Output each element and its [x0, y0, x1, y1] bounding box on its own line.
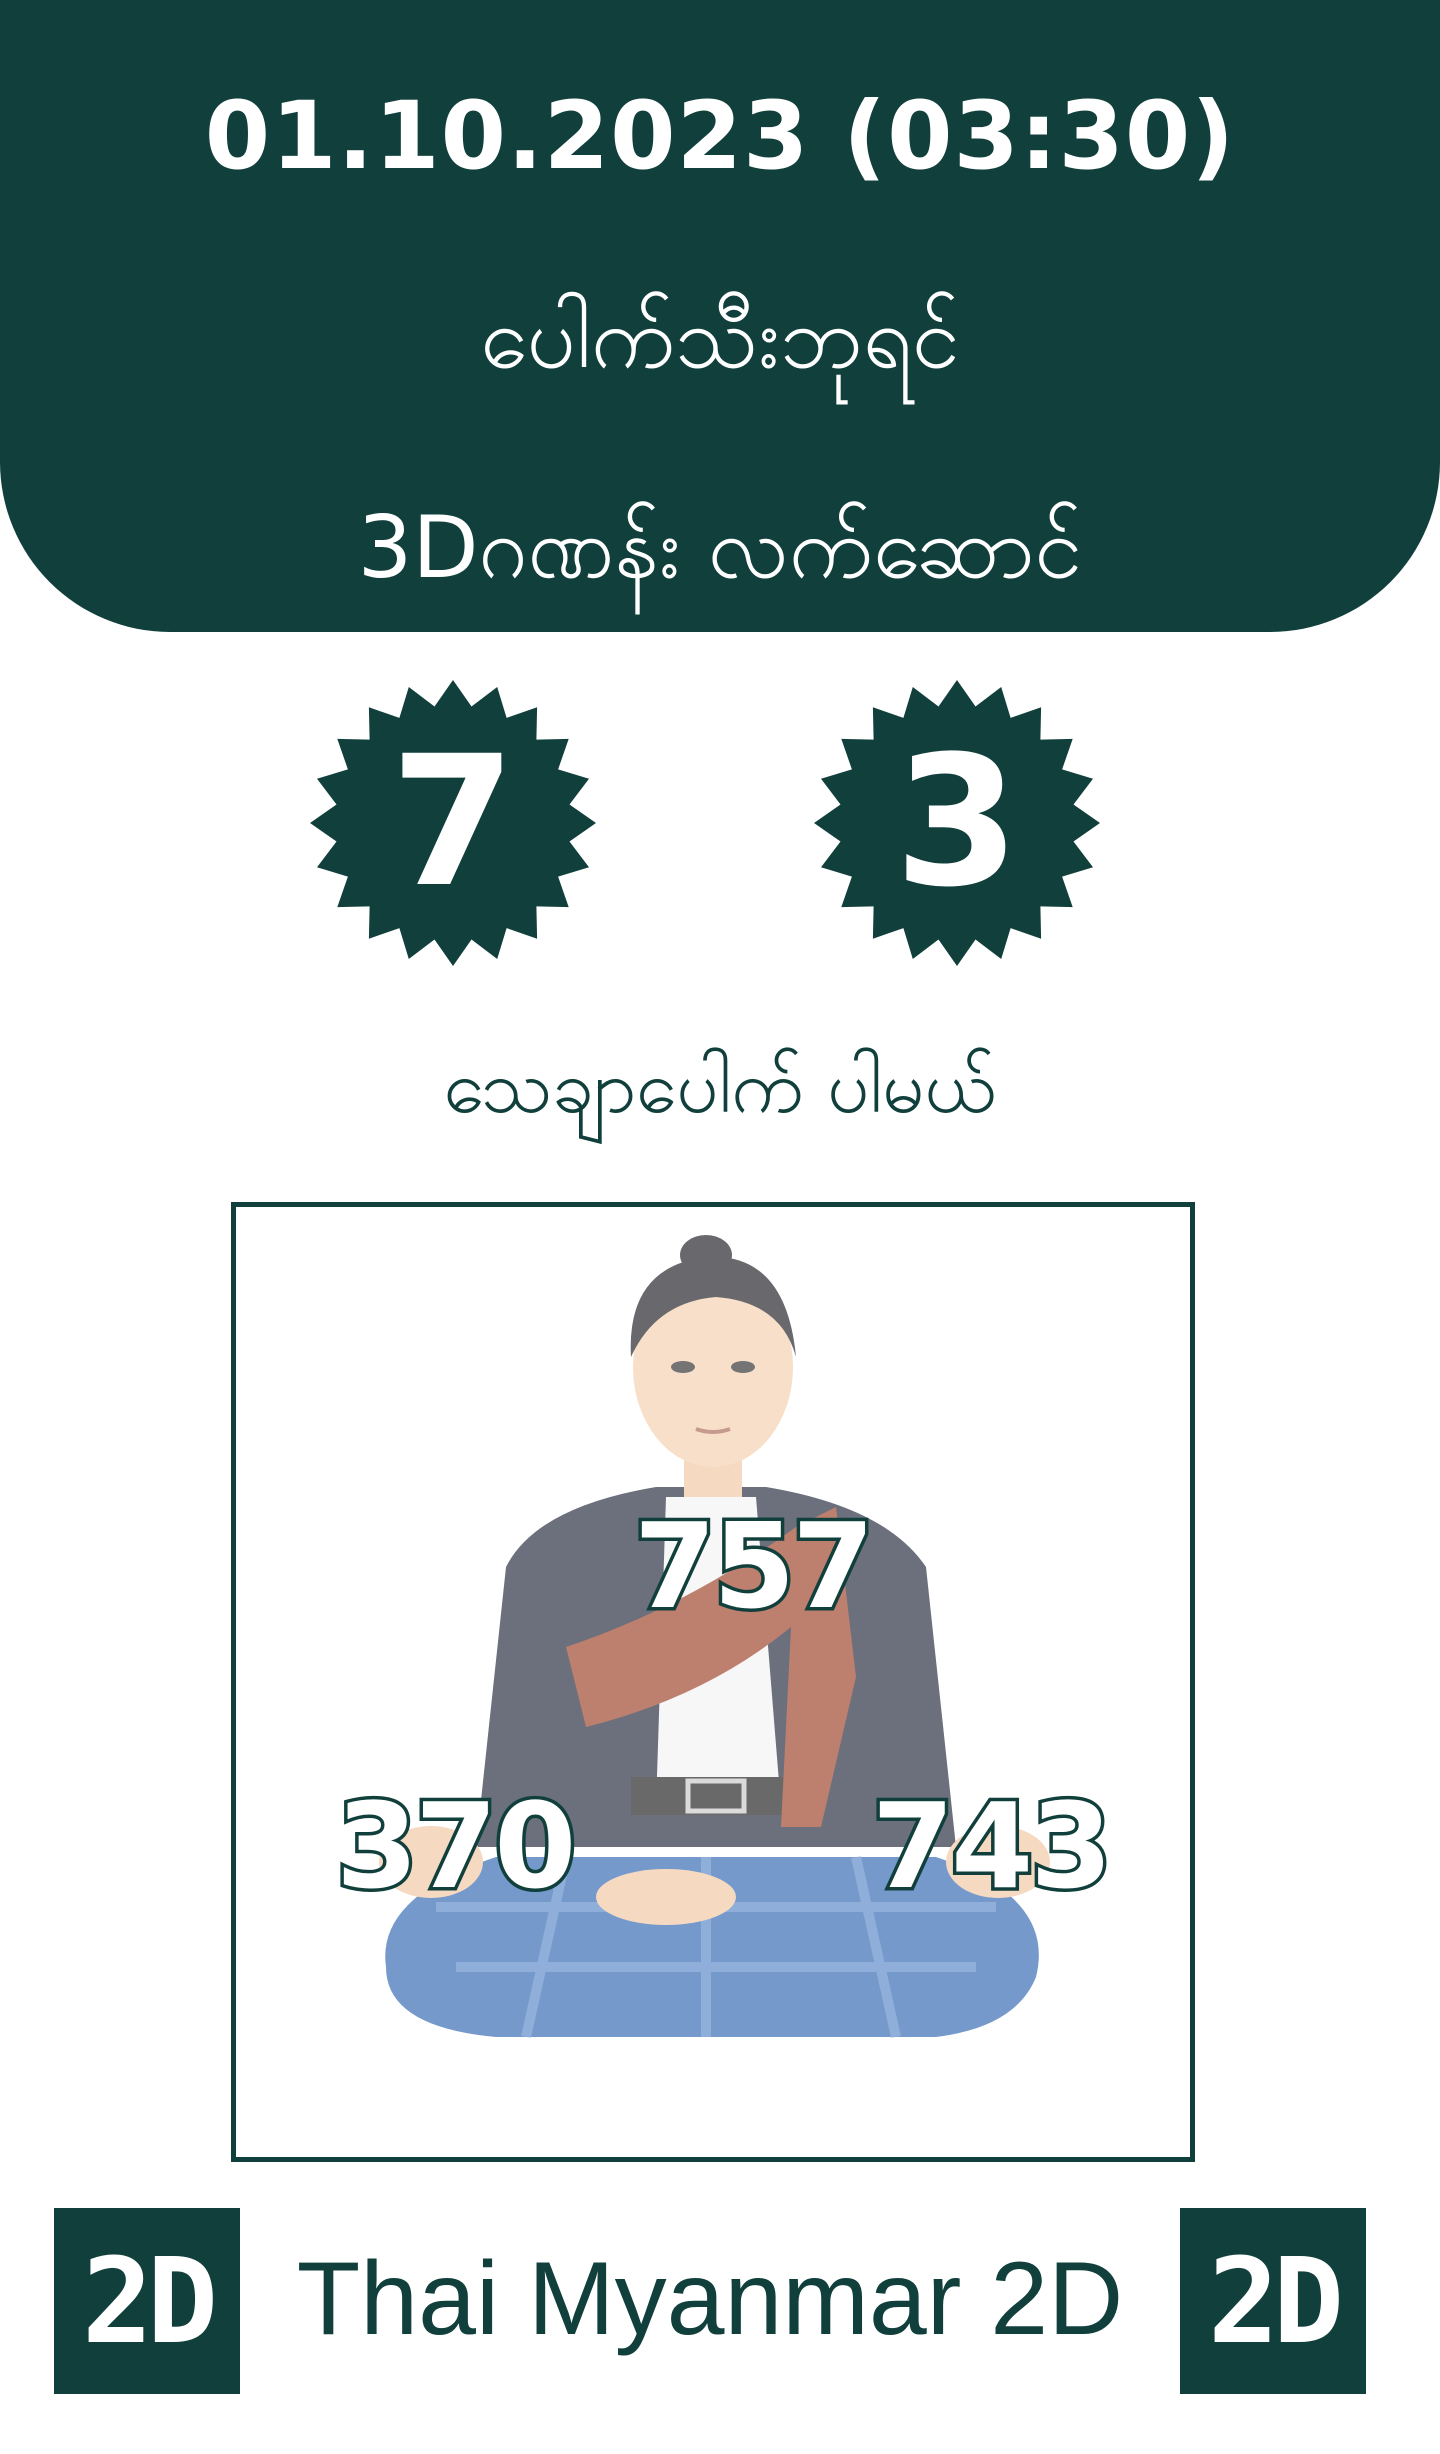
logo-2d-right: 2D	[1180, 2208, 1366, 2394]
lucky-number-2: 3	[894, 718, 1020, 927]
header-banner: 01.10.2023 (03:30) ပေါက်သီးဘုရင် 3Dဂဏန်း…	[0, 0, 1440, 632]
seated-man-illustration	[379, 1235, 1050, 2039]
prediction-number-left: 370	[332, 1777, 579, 1915]
footer-branding: 2D Thai Myanmar 2D 2D	[0, 2200, 1440, 2400]
logo-2d-left: 2D	[54, 2208, 240, 2394]
header-title-line1: ပေါက်သီးဘုရင်	[480, 288, 960, 388]
caption-text: သေချာပေါက် ပါမယ်	[443, 1044, 997, 1130]
lucky-number-badge-2: 3	[812, 678, 1102, 968]
brand-name: Thai Myanmar 2D	[296, 2241, 1124, 2357]
prediction-number-top: 757	[630, 1497, 877, 1635]
header-title-line2: 3Dဂဏန်း လက်ဆောင်	[357, 498, 1083, 598]
draw-date-time: 01.10.2023 (03:30)	[204, 82, 1236, 191]
lucky-number-badge-1: 7	[308, 678, 598, 968]
lucky-number-1: 7	[390, 718, 516, 927]
illustration-frame: 757 370 743	[231, 1202, 1195, 2162]
prediction-number-right: 743	[868, 1777, 1115, 1915]
